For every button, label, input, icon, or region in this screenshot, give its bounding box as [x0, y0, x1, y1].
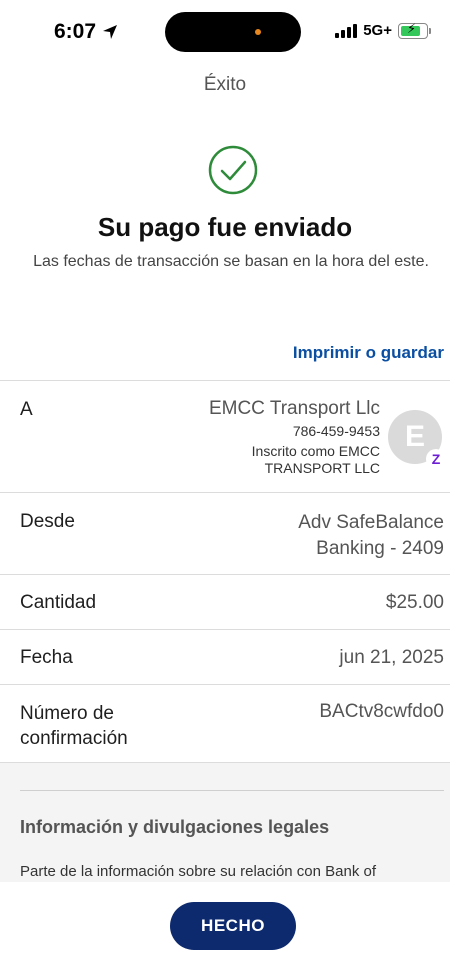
amount-value: $25.00: [385, 592, 444, 613]
avatar-initial: E: [404, 420, 425, 453]
network-type: 5G+: [363, 22, 392, 39]
status-right: 5G+ ⚡: [335, 20, 431, 39]
confirmation-label-line2: confirmación: [20, 728, 128, 749]
check-circle-icon: [208, 145, 258, 195]
date-label: Fecha: [20, 647, 73, 668]
to-label: A: [20, 399, 33, 420]
date-value: jun 21, 2025: [339, 647, 444, 668]
battery-icon: ⚡: [398, 20, 431, 39]
privacy-indicator-dot: [255, 29, 261, 35]
location-arrow-icon: [103, 25, 118, 39]
detail-row-amount: Cantidad $25.00: [0, 574, 450, 629]
status-time: 6:07: [54, 20, 118, 44]
detail-row-date: Fecha jun 21, 2025: [0, 629, 450, 684]
page-title: Éxito: [203, 74, 247, 95]
from-label: Desde: [20, 511, 75, 532]
detail-row-confirmation: Número de confirmación BACtv8cwfdo0: [0, 684, 450, 766]
success-headline: Su pago fue enviado: [97, 212, 353, 242]
time-text: 6:07: [54, 20, 97, 43]
from-account-line2: Banking - 2409: [316, 538, 444, 559]
confirmation-label-line1: Número de: [20, 703, 114, 724]
detail-row-to: A EMCC Transport Llc 786-459-9453 Inscri…: [0, 380, 450, 492]
legal-divider: [20, 790, 444, 791]
signal-strength-icon: [335, 23, 358, 38]
recipient-enrolled-as: Inscrito como EMCC TRANSPORT LLC: [251, 443, 380, 476]
footer: HECHO: [0, 882, 450, 970]
from-account: Adv SafeBalance Banking - 2409: [298, 510, 444, 562]
legal-section: Información y divulgaciones legales Part…: [0, 762, 450, 882]
confirmation-number: BACtv8cwfdo0: [319, 701, 444, 722]
amount-label: Cantidad: [20, 592, 97, 613]
confirmation-label: Número de confirmación: [20, 701, 128, 751]
charging-bolt-icon: ⚡: [407, 20, 417, 36]
done-button[interactable]: HECHO: [170, 902, 296, 950]
recipient-phone: 786-459-9453: [292, 423, 380, 439]
legal-title: Información y divulgaciones legales: [20, 817, 330, 837]
status-bar: 6:07 5G+ ⚡: [0, 0, 450, 64]
from-account-line1: Adv SafeBalance: [298, 512, 444, 533]
timezone-note: Las fechas de transacción se basan en la…: [33, 253, 429, 270]
zelle-badge-letter: Z: [431, 451, 441, 467]
dynamic-island: [165, 12, 301, 52]
legal-text: Parte de la información sobre su relació…: [20, 863, 377, 880]
recipient-name: EMCC Transport Llc: [208, 398, 380, 419]
zelle-badge-icon: Z: [426, 449, 446, 469]
transaction-details: A EMCC Transport Llc 786-459-9453 Inscri…: [0, 380, 450, 766]
print-or-save-link[interactable]: Imprimir o guardar: [293, 343, 444, 363]
detail-row-from: Desde Adv SafeBalance Banking - 2409: [0, 492, 450, 574]
battery-cap: [429, 27, 431, 34]
